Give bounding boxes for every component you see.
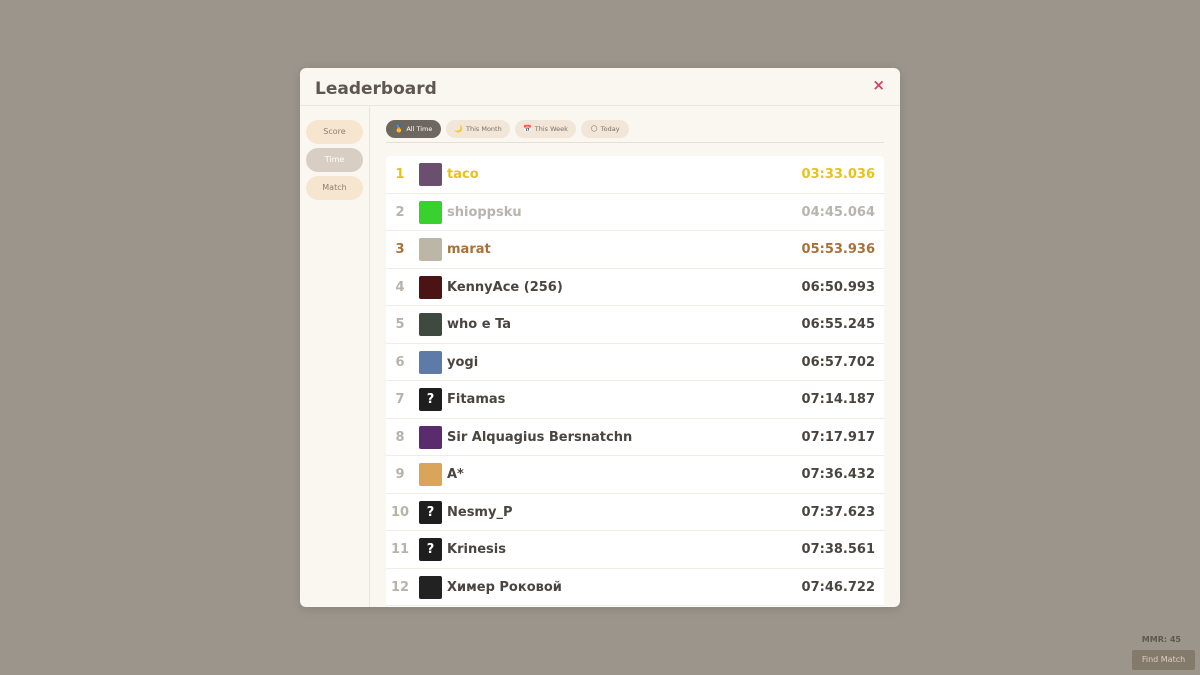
leaderboard-row[interactable]: 5 who e Ta 06:55.245	[386, 306, 884, 344]
avatar	[419, 313, 442, 336]
unknown-avatar-icon: ?	[419, 388, 442, 411]
modal-title: Leaderboard	[315, 79, 437, 99]
rank-number: 1	[395, 167, 405, 182]
player-time: 05:53.936	[801, 242, 875, 257]
player-name: marat	[447, 242, 491, 257]
filter-label: Today	[600, 125, 620, 133]
leaderboard-content: 🥇 All Time 🌙 This Month 📅 This Week 🌕 Today …	[386, 106, 884, 607]
rank-number: 10	[390, 504, 410, 520]
mmr-display: MMR: 45	[1141, 635, 1181, 644]
avatar	[419, 200, 442, 224]
avatar	[419, 350, 442, 374]
rank-number: 9	[395, 467, 405, 482]
moon-icon: 🌙	[454, 125, 463, 133]
tab-score[interactable]: Score	[306, 120, 363, 144]
player-name: yogi	[447, 354, 479, 370]
avatar	[419, 463, 442, 486]
rank-number: 2	[395, 204, 405, 220]
player-time: 06:50.993	[801, 279, 875, 295]
tab-match[interactable]: Match	[306, 176, 363, 200]
rank-number: 6	[395, 354, 405, 370]
player-time: 07:14.187	[801, 392, 875, 407]
leaderboard-row[interactable]: 11? Krinesis 07:38.561	[386, 531, 884, 569]
filter-this-week[interactable]: 📅 This Week	[515, 120, 576, 138]
filter-divider	[386, 142, 884, 143]
modal-header: Leaderboard ×	[300, 68, 900, 106]
medal-icon: 🥇	[394, 125, 404, 133]
sun-icon: 🌕	[590, 125, 598, 133]
player-time: 07:37.623	[801, 504, 875, 520]
player-name: taco	[447, 167, 479, 182]
leaderboard-modal: Leaderboard × Score Time Match 🥇 All Time…	[300, 68, 900, 607]
leaderboard-row[interactable]: 7? Fitamas 07:14.187	[386, 381, 884, 419]
close-button[interactable]: ×	[872, 76, 885, 94]
leaderboard-row[interactable]: 8 Sir Alquagius Bersnatchn 07:17.917	[386, 419, 884, 456]
player-name: shioppsku	[447, 204, 522, 220]
leaderboard-list[interactable]: 1 taco 03:33.036 2 shioppsku 04:45.064 3 marat 0…	[386, 156, 884, 607]
player-name: KennyAce (256)	[447, 279, 563, 295]
calendar-icon: 📅	[523, 125, 532, 133]
leaderboard-row[interactable]: 6 yogi 06:57.702	[386, 344, 884, 381]
leaderboard-row[interactable]: 1 taco 03:33.036	[386, 156, 884, 194]
player-name: Sir Alquagius Bersnatchn	[447, 429, 633, 445]
tab-time[interactable]: Time	[306, 148, 363, 172]
leaderboard-row[interactable]: 9 A* 07:36.432	[386, 456, 884, 494]
rank-number: 12	[390, 579, 410, 595]
player-name: Krinesis	[447, 542, 506, 557]
period-filters: 🥇 All Time 🌙 This Month 📅 This Week 🌕 Today	[386, 120, 884, 138]
leaderboard-row[interactable]: 4 KennyAce (256) 06:50.993	[386, 269, 884, 306]
leaderboard-row[interactable]: 3 marat 05:53.936	[386, 231, 884, 269]
player-time: 06:55.245	[801, 317, 875, 332]
unknown-avatar-icon: ?	[419, 538, 442, 561]
player-name: Fitamas	[447, 392, 506, 407]
avatar	[419, 238, 442, 261]
filter-this-month[interactable]: 🌙 This Month	[446, 120, 510, 138]
avatar	[419, 425, 442, 449]
avatar	[419, 275, 442, 299]
avatar	[419, 163, 442, 186]
filter-label: This Week	[534, 125, 568, 133]
rank-number: 4	[395, 279, 405, 295]
player-name: Химер Роковой	[447, 579, 562, 595]
player-time: 03:33.036	[801, 167, 875, 182]
filter-all-time[interactable]: 🥇 All Time	[386, 120, 441, 138]
avatar	[419, 575, 442, 599]
player-time: 07:46.722	[801, 579, 875, 595]
rank-number: 3	[395, 242, 405, 257]
leaderboard-row[interactable]: 12 Химер Роковой 07:46.722	[386, 569, 884, 606]
find-match-button[interactable]: Find Match	[1132, 650, 1195, 670]
player-name: who e Ta	[447, 317, 512, 332]
rank-number: 8	[395, 429, 405, 445]
rank-number: 11	[390, 542, 410, 557]
player-time: 07:17.917	[801, 429, 875, 445]
filter-label: This Month	[465, 125, 502, 133]
category-sidebar: Score Time Match	[300, 106, 370, 607]
rank-number: 7	[395, 392, 405, 407]
player-name: Nesmy_P	[447, 504, 513, 520]
player-time: 06:57.702	[801, 354, 875, 370]
leaderboard-row[interactable]: 10? Nesmy_P 07:37.623	[386, 494, 884, 531]
player-time: 04:45.064	[801, 204, 875, 220]
player-name: A*	[447, 467, 464, 482]
leaderboard-row[interactable]: 2 shioppsku 04:45.064	[386, 194, 884, 231]
unknown-avatar-icon: ?	[419, 500, 442, 524]
filter-label: All Time	[406, 125, 433, 133]
rank-number: 5	[395, 317, 405, 332]
player-time: 07:36.432	[801, 467, 875, 482]
player-time: 07:38.561	[801, 542, 875, 557]
filter-today[interactable]: 🌕 Today	[581, 120, 629, 138]
